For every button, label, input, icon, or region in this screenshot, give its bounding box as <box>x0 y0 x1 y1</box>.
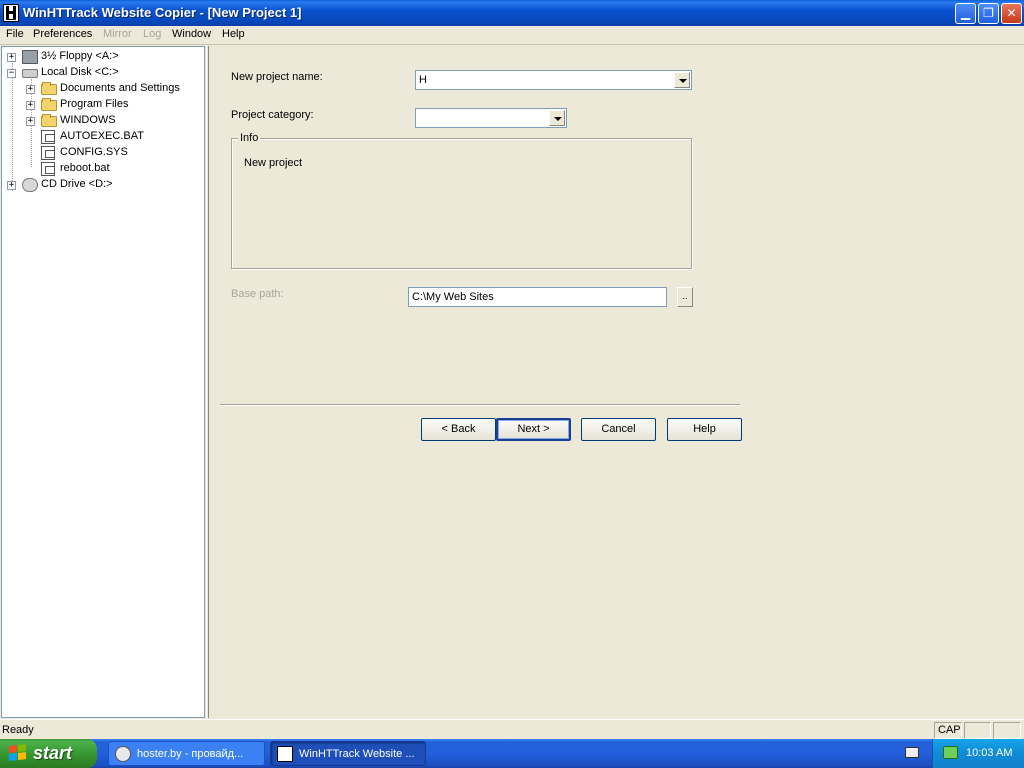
start-button[interactable]: start <box>0 739 97 768</box>
tree-node-label: 3½ Floppy <A:> <box>41 50 119 62</box>
folder-icon <box>41 114 57 127</box>
collapse-icon[interactable]: − <box>7 69 16 78</box>
taskbar: start hoster.by - провайд... WinHTTrack … <box>0 739 1024 768</box>
next-button-label: Next > <box>517 423 550 435</box>
close-button[interactable]: ✕ <box>1001 3 1022 24</box>
next-button[interactable]: Next > <box>496 418 571 441</box>
taskbar-item-browser[interactable]: hoster.by - провайд... <box>108 741 265 766</box>
expand-icon[interactable]: + <box>26 101 35 110</box>
taskbar-item-label: hoster.by - провайд... <box>137 748 244 760</box>
tree-node-windows[interactable]: + WINDOWS <box>2 113 202 129</box>
pane-splitter[interactable] <box>206 46 209 718</box>
chevron-down-icon[interactable] <box>674 72 690 88</box>
tree-node-label: reboot.bat <box>60 162 110 174</box>
back-button[interactable]: < Back <box>421 418 496 441</box>
status-text: Ready <box>2 724 34 736</box>
cd-drive-icon <box>22 178 38 192</box>
keyboard-icon[interactable] <box>905 747 919 758</box>
minimize-button[interactable]: ▁ <box>955 3 976 24</box>
taskbar-item-httrack[interactable]: WinHTTrack Website ... <box>270 741 426 766</box>
status-bar: Ready CAP <box>0 719 1024 739</box>
system-file-icon <box>41 146 55 160</box>
base-path-input[interactable]: C:\My Web Sites <box>408 287 667 307</box>
caps-lock-indicator: CAP <box>934 722 962 739</box>
project-name-label: New project name: <box>231 71 323 83</box>
tree-node-cd-drive[interactable]: + CD Drive <D:> <box>2 177 202 193</box>
httrack-app-icon[interactable] <box>3 4 19 22</box>
tree-node-label: CD Drive <D:> <box>41 178 113 190</box>
num-lock-indicator <box>964 722 991 739</box>
tree-node-floppy[interactable]: + 3½ Floppy <A:> <box>2 49 202 65</box>
window-title: WinHTTrack Website Copier - [New Project… <box>23 5 302 20</box>
system-tray: 10:03 AM <box>932 739 1024 768</box>
project-category-label: Project category: <box>231 109 314 121</box>
tree-node-documents[interactable]: + Documents and Settings <box>2 81 202 97</box>
restore-icon: ❐ <box>983 6 994 20</box>
minimize-icon: ▁ <box>960 6 971 20</box>
tree-node-label: CONFIG.SYS <box>60 146 128 158</box>
info-text: New project <box>244 157 303 169</box>
folder-tree[interactable]: + 3½ Floppy <A:> − Local Disk <C:> + Doc… <box>1 46 205 718</box>
menu-preferences[interactable]: Preferences <box>33 28 92 40</box>
back-button-label: < Back <box>441 423 476 435</box>
restore-button[interactable]: ❐ <box>978 3 999 24</box>
close-icon: ✕ <box>1006 6 1017 20</box>
tree-node-label: AUTOEXEC.BAT <box>60 130 144 142</box>
hard-drive-icon <box>22 69 38 78</box>
expand-icon[interactable]: + <box>7 53 16 62</box>
help-button-label: Help <box>693 423 716 435</box>
cancel-button-label: Cancel <box>601 423 636 435</box>
expand-icon[interactable]: + <box>26 117 35 126</box>
taskbar-item-label: WinHTTrack Website ... <box>299 748 415 760</box>
cancel-button[interactable]: Cancel <box>581 418 656 441</box>
info-legend: Info <box>238 132 261 144</box>
tree-node-label: Documents and Settings <box>60 82 180 94</box>
menu-log: Log <box>143 28 162 40</box>
title-bar[interactable]: WinHTTrack Website Copier - [New Project… <box>0 0 1024 26</box>
scroll-lock-indicator <box>993 722 1021 739</box>
tree-node-label: WINDOWS <box>60 114 116 126</box>
menu-mirror: Mirror <box>103 28 132 40</box>
tree-node-config-sys[interactable]: CONFIG.SYS <box>2 145 202 161</box>
expand-icon[interactable]: + <box>7 181 16 190</box>
project-name-value: H <box>419 74 427 86</box>
tree-node-autoexec[interactable]: AUTOEXEC.BAT <box>2 129 202 145</box>
tree-node-label: Local Disk <C:> <box>41 66 119 78</box>
browser-icon <box>115 746 131 762</box>
project-category-combo[interactable] <box>415 108 567 128</box>
start-label: start <box>33 743 73 763</box>
chevron-down-icon[interactable] <box>549 110 565 126</box>
project-name-combo[interactable]: H <box>415 70 692 90</box>
base-path-label: Base path: <box>231 288 284 300</box>
windows-logo-icon <box>9 744 27 763</box>
divider <box>220 404 740 406</box>
tree-node-label: Program Files <box>60 98 129 110</box>
menu-help[interactable]: Help <box>222 28 245 40</box>
network-icon[interactable] <box>943 746 958 759</box>
clock[interactable]: 10:03 AM <box>966 747 1012 759</box>
browse-button[interactable]: .. <box>677 287 693 307</box>
httrack-app-icon <box>277 746 293 762</box>
batch-file-icon <box>41 162 55 176</box>
tree-node-program-files[interactable]: + Program Files <box>2 97 202 113</box>
menu-window[interactable]: Window <box>172 28 211 40</box>
batch-file-icon <box>41 130 55 144</box>
floppy-drive-icon <box>22 50 38 64</box>
expand-icon[interactable]: + <box>26 85 35 94</box>
menu-file[interactable]: File <box>6 28 24 40</box>
help-button[interactable]: Help <box>667 418 742 441</box>
tree-node-reboot[interactable]: reboot.bat <box>2 161 202 177</box>
folder-icon <box>41 82 57 95</box>
menu-bar: File Preferences Mirror Log Window Help <box>0 26 1024 45</box>
tree-node-local-disk[interactable]: − Local Disk <C:> <box>2 65 202 81</box>
folder-icon <box>41 98 57 111</box>
